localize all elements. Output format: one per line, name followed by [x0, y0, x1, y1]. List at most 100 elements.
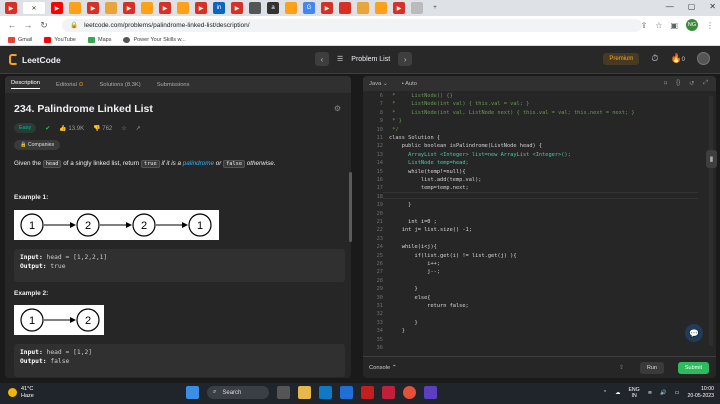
windows-start-icon[interactable] [186, 386, 199, 399]
bookmark-star-icon[interactable]: ☆ [655, 21, 662, 30]
bookmark-youtube[interactable]: YouTube [44, 36, 76, 43]
settings-icon[interactable]: ⚙ [334, 104, 341, 113]
leetcode-tab-icon[interactable] [375, 2, 387, 14]
leetcode-tab-icon[interactable] [177, 2, 189, 14]
chrome-icon[interactable] [403, 386, 416, 399]
new-tab-button[interactable]: + [429, 2, 441, 14]
github-tab-icon[interactable] [249, 2, 261, 14]
reload-icon[interactable]: ↻ [38, 20, 50, 31]
editor-scrollbar[interactable] [709, 96, 713, 346]
bookmark-icon[interactable]: ⌑ [664, 80, 667, 87]
profile-avatar[interactable]: NG [686, 19, 698, 31]
streak-counter[interactable]: 🔥0 [670, 53, 685, 64]
url-field[interactable]: 🔒 leetcode.com/problems/palindrome-linke… [62, 18, 642, 32]
youtube-tab-icon[interactable]: ▶ [321, 2, 333, 14]
google-tab-icon[interactable]: G [303, 2, 315, 14]
forward-arrow-icon[interactable]: → [22, 20, 34, 30]
tab-icon[interactable] [357, 2, 369, 14]
example-1-node: 1 [188, 213, 212, 237]
minimize-icon[interactable]: — [666, 2, 674, 11]
taskbar-search[interactable]: ⌕ Search [207, 386, 269, 399]
task-view-icon[interactable] [277, 386, 290, 399]
youtube-tab-icon[interactable]: ▶ [51, 2, 63, 14]
close-window-icon[interactable]: ✕ [709, 2, 716, 11]
share-icon[interactable]: ↗ [136, 125, 141, 132]
share-icon[interactable]: ⇪ [641, 21, 648, 30]
tab-icon[interactable] [411, 2, 423, 14]
youtube-tab-icon[interactable]: ▶ [231, 2, 243, 14]
youtube-tab-icon[interactable]: ▶ [195, 2, 207, 14]
tab-submissions[interactable]: Submissions [157, 82, 190, 88]
premium-button[interactable]: Premium [603, 52, 640, 65]
like-button[interactable]: 👍 13.9K [59, 125, 84, 132]
battery-icon[interactable]: ▭ [675, 390, 680, 396]
run-button[interactable]: Run [639, 362, 664, 374]
code-line: while(temp!=null){ [389, 168, 466, 175]
timer-icon[interactable]: ⏱ [651, 53, 658, 64]
youtube-tab-icon[interactable]: ▶ [123, 2, 135, 14]
companies-tag[interactable]: 🔒 Companies [14, 140, 61, 150]
tab-description[interactable]: Description [11, 80, 40, 89]
bookmark-maps[interactable]: Maps [88, 36, 111, 43]
weather-widget[interactable]: 41°C Haze [8, 386, 34, 399]
next-problem-button[interactable]: › [398, 52, 413, 66]
active-tab[interactable]: ✕ [23, 2, 45, 14]
tab-icon[interactable] [339, 2, 351, 14]
cloud-icon[interactable]: ☁ [615, 390, 620, 396]
edge-icon[interactable] [319, 386, 332, 399]
language-select[interactable]: Java ⌄ [369, 81, 388, 87]
sun-icon [8, 388, 17, 397]
back-arrow-icon[interactable]: ← [6, 20, 18, 30]
leetcode-tab-icon[interactable] [69, 2, 81, 14]
app-icon[interactable] [382, 386, 395, 399]
vscode-icon[interactable] [340, 386, 353, 399]
bookmark-power-skills[interactable]: Power Your Skills w... [123, 36, 186, 43]
app-icon[interactable] [424, 386, 437, 399]
upload-icon[interactable]: ⇪ [619, 365, 624, 371]
tab-solutions[interactable]: Solutions (8.3K) [99, 82, 140, 88]
youtube-tab-icon[interactable]: ▶ [393, 2, 405, 14]
youtube-tab-icon[interactable]: ▶ [159, 2, 171, 14]
auto-mode[interactable]: • Auto [402, 81, 417, 87]
pdf-reader-icon[interactable] [361, 386, 374, 399]
extensions-icon[interactable]: ▣ [670, 21, 678, 30]
bookmark-gmail[interactable]: Gmail [8, 36, 32, 43]
dislike-button[interactable]: 👎 762 [93, 125, 112, 132]
leetcode-logo[interactable]: LeetCode [9, 54, 61, 65]
line-number: 35 [376, 336, 383, 343]
fullscreen-icon[interactable]: ⤢ [703, 80, 708, 87]
reset-icon[interactable]: ↺ [689, 80, 694, 87]
chat-bubble-icon[interactable]: 💬 [685, 324, 703, 342]
console-toggle[interactable]: Console ⌃ [369, 365, 397, 371]
user-avatar[interactable] [697, 52, 710, 65]
wifi-icon[interactable]: ≋ [648, 390, 652, 396]
linkedin-tab-icon[interactable]: in [213, 2, 225, 14]
maximize-icon[interactable]: ▢ [688, 2, 696, 11]
example-2-node: 1 [20, 308, 44, 332]
amazon-tab-icon[interactable]: a [267, 2, 279, 14]
braces-icon[interactable]: {} [676, 80, 680, 87]
file-explorer-icon[interactable] [298, 386, 311, 399]
leetcode-tab-icon[interactable] [141, 2, 153, 14]
panel-resize-handle[interactable] [349, 172, 352, 242]
leetcode-tab-icon[interactable] [285, 2, 297, 14]
close-icon[interactable]: ✕ [31, 5, 36, 12]
tab-editorial[interactable]: Editorial ⊙ [56, 82, 83, 88]
language-indicator[interactable]: ENG IN [628, 387, 639, 399]
side-panel-handle[interactable]: ▮ [706, 150, 717, 168]
code-line: int j= list.size() -1; [389, 227, 472, 234]
clock[interactable]: 10:00 20-05-2023 [687, 386, 714, 399]
lock-icon[interactable]: 🔒 [70, 21, 78, 29]
problem-list-link[interactable]: Problem List [351, 56, 390, 63]
code-area[interactable]: 6 * ListNode() {} 7 * ListNode(int val) {… [363, 93, 698, 357]
palindrome-link[interactable]: palindrome [183, 160, 214, 167]
tab-favicon-icon[interactable]: ▶ [5, 2, 17, 14]
star-icon[interactable]: ☆ [121, 125, 126, 132]
menu-kebab-icon[interactable]: ⋮ [706, 21, 714, 30]
tab-icon[interactable] [105, 2, 117, 14]
prev-problem-button[interactable]: ‹ [315, 52, 329, 66]
youtube-tab-icon[interactable]: ▶ [87, 2, 99, 14]
chevron-up-icon[interactable]: ⌃ [603, 390, 607, 396]
volume-icon[interactable]: 🔊 [660, 390, 666, 396]
submit-button[interactable]: Submit [677, 362, 709, 374]
